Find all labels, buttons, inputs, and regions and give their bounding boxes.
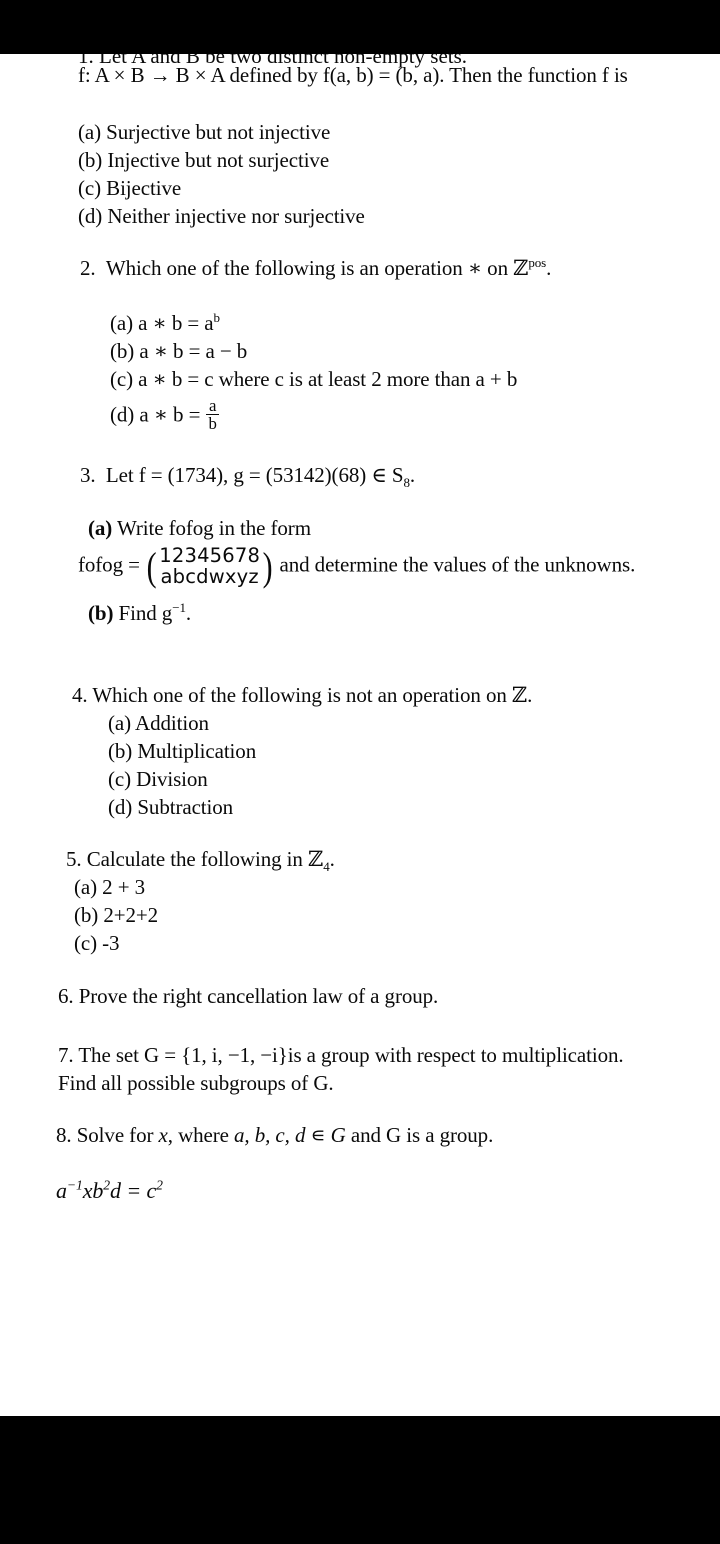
equation-a-superscript: −1 — [66, 1177, 83, 1193]
question-3-stem-post: . — [409, 463, 416, 487]
equation-d: d — [110, 1178, 121, 1203]
question-3-number: 3. — [80, 463, 96, 487]
integers-symbol: ℤ — [511, 683, 528, 707]
question-1-option-d[interactable]: (d) Neither injective nor surjective — [78, 206, 365, 227]
permutation-bottom-row: abcdwxyz — [160, 564, 259, 588]
question-2-option-d[interactable]: (d) a ∗ b = ab — [110, 397, 220, 432]
question-8-group-g: G — [330, 1123, 346, 1147]
question-3-formula-lhs: fofog = — [78, 552, 146, 577]
question-8-stem: 8. Solve for x, where a, b, c, d ∊ G and… — [56, 1125, 493, 1146]
question-1-stem: f: A × B → B × A defined by f(a, b) = (b… — [78, 63, 628, 87]
question-3-part-a: (a) Write fofog in the form — [88, 518, 311, 539]
question-5-stem-pre: 5. Calculate the following in — [66, 847, 308, 871]
question-2-superscript: pos — [528, 255, 547, 270]
question-8-equation: a−1xb2d = c2 — [56, 1177, 163, 1203]
question-8-membership-symbol: ∊ — [305, 1123, 331, 1147]
right-paren-glyph: ) — [262, 543, 273, 589]
question-3-part-b-superscript: −1 — [172, 600, 186, 615]
question-4-option-b[interactable]: (b) Multiplication — [108, 741, 256, 762]
question-7-line-2: Find all possible subgroups of G. — [58, 1071, 334, 1095]
question-1-option-c[interactable]: (c) Bijective — [78, 178, 181, 199]
scanned-page: 1. Let A and B be two distinct non-empty… — [0, 40, 720, 1420]
question-4-stem: 4. Which one of the following is not an … — [72, 685, 532, 706]
question-2-option-b-expr: a ∗ b = a − b — [139, 339, 248, 363]
question-2-option-a-expr: a ∗ b = a — [138, 311, 214, 335]
question-3-stem-pre: Let f = (1734), g = (53142)(68) ∈ S — [105, 463, 404, 487]
question-2-option-d-label: (d) — [110, 402, 135, 427]
equation-x: x — [82, 1178, 93, 1203]
question-2-option-d-expr: a ∗ b = — [139, 402, 206, 427]
question-2-option-c-expr: a ∗ b = c where c is at least 2 more tha… — [138, 367, 518, 391]
question-4-option-a[interactable]: (a) Addition — [108, 713, 209, 734]
question-2-option-b[interactable]: (b) a ∗ b = a − b — [110, 341, 247, 362]
question-8-stem-mid: , where — [167, 1123, 235, 1147]
question-8-variable-list: a, b, c, d — [234, 1123, 306, 1147]
question-5-option-c[interactable]: (c) -3 — [74, 933, 120, 954]
question-1-option-a[interactable]: (a) Surjective but not injective — [78, 122, 330, 143]
question-3-formula-rhs: and determine the values of the unknowns… — [274, 552, 636, 577]
question-4-stem-post: . — [527, 683, 533, 707]
bottom-letterbox-bar — [0, 1416, 720, 1544]
equation-b: b — [92, 1178, 104, 1203]
equation-c-superscript: 2 — [156, 1177, 163, 1193]
question-2-number: 2. — [80, 256, 96, 280]
question-1-option-b[interactable]: (b) Injective but not surjective — [78, 150, 329, 171]
question-3-formula: fofog = (12345678 abcdwxyz) and determine… — [78, 543, 636, 589]
question-5-stem-post: . — [329, 847, 335, 871]
question-7-line-1: 7. The set G = {1, i, −1, −i}is a group … — [58, 1043, 624, 1067]
question-2-option-c-label: (c) — [110, 367, 134, 391]
fraction-a-over-b: ab — [206, 397, 219, 434]
question-2-option-a-label: (a) — [110, 311, 134, 335]
question-2-stem-post: . — [546, 256, 552, 280]
question-3-part-a-label: (a) — [88, 516, 113, 540]
question-3-part-a-text: Write fofog in the form — [116, 516, 311, 540]
question-4-stem-pre: 4. Which one of the following is not an … — [72, 683, 512, 707]
question-2-operator-symbol: ∗ — [467, 256, 483, 280]
left-paren-glyph: ( — [146, 543, 157, 589]
question-2-stem-pre: Which one of the following is an operati… — [105, 256, 468, 280]
equation-equals: = — [120, 1178, 147, 1203]
equation-c: c — [146, 1178, 157, 1203]
equation-a: a — [56, 1178, 67, 1203]
equation-b-superscript: 2 — [103, 1177, 111, 1193]
permutation-matrix: 12345678 abcdwxyz — [159, 544, 261, 588]
question-3-part-b-label: (b) — [88, 601, 114, 625]
question-5-option-b[interactable]: (b) 2+2+2 — [74, 905, 158, 926]
question-2-option-c[interactable]: (c) a ∗ b = c where c is at least 2 more… — [110, 369, 517, 390]
integers-symbol: ℤ — [307, 847, 324, 871]
question-6-stem: 6. Prove the right cancellation law of a… — [58, 984, 439, 1008]
question-3-part-b-post: . — [185, 601, 192, 625]
question-5-stem: 5. Calculate the following in ℤ4. — [66, 847, 335, 874]
top-letterbox-bar — [0, 0, 720, 54]
question-5-option-a[interactable]: (a) 2 + 3 — [74, 877, 145, 898]
question-2-stem-mid: on — [482, 256, 514, 280]
question-8-stem-post: and G is a group. — [345, 1123, 494, 1147]
question-3-part-b: (b) Find g−1. — [88, 600, 192, 625]
question-4-option-d[interactable]: (d) Subtraction — [108, 797, 233, 818]
question-8-stem-pre: 8. Solve for — [56, 1123, 159, 1147]
permutation-top-row: 12345678 — [159, 544, 261, 567]
question-2-option-a-superscript: b — [213, 310, 221, 325]
fraction-numerator: a — [206, 397, 219, 416]
question-8-variable-x: x — [158, 1123, 168, 1147]
question-3-stem: 3. Let f = (1734), g = (53142)(68) ∈ S8. — [80, 463, 416, 490]
question-3-part-b-pre: Find g — [118, 601, 173, 625]
question-2-option-a[interactable]: (a) a ∗ b = ab — [110, 310, 221, 335]
question-4-option-c[interactable]: (c) Division — [108, 769, 208, 790]
integers-symbol: ℤ — [513, 256, 529, 280]
question-2-stem: 2. Which one of the following is an oper… — [80, 255, 552, 280]
question-2-option-b-label: (b) — [110, 339, 135, 363]
fraction-denominator: b — [208, 414, 217, 434]
